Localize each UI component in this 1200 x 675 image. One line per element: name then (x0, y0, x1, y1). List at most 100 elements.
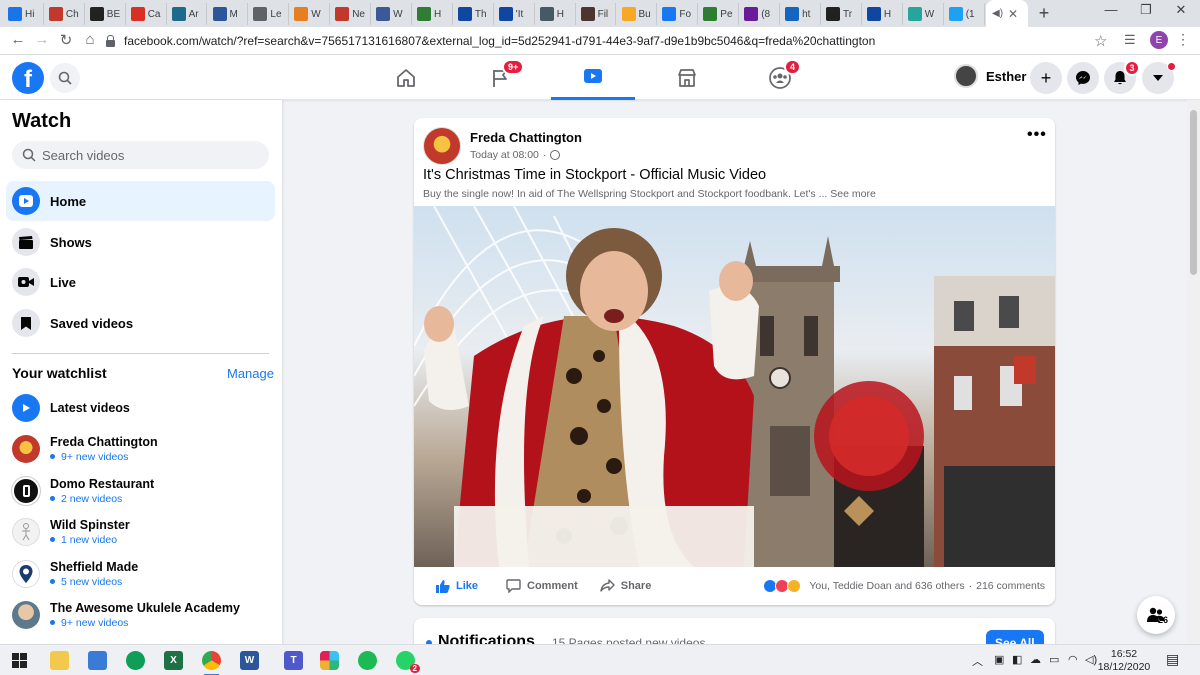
sidebar-item-home[interactable]: Home (6, 181, 275, 221)
tray-app-icon[interactable]: ▣ (994, 653, 1004, 666)
browser-tab[interactable]: Bu (618, 3, 658, 25)
onedrive-icon[interactable]: ☁ (1030, 653, 1041, 666)
messenger-button[interactable] (1067, 62, 1099, 94)
browser-tab[interactable]: W (904, 3, 944, 25)
nav-groups-tab[interactable]: 4 (738, 55, 822, 100)
watchlist-item[interactable]: Sheffield Made 5 new videos (12, 555, 272, 593)
comments-count[interactable]: 216 comments (976, 580, 1045, 592)
browser-tab[interactable]: ht (781, 3, 821, 25)
notifications-button[interactable]: 3 (1104, 60, 1140, 94)
comment-button[interactable]: Comment (506, 579, 578, 593)
windows-start-icon[interactable] (12, 653, 27, 673)
action-center-icon[interactable]: ▤ (1166, 651, 1179, 668)
tray-overflow-icon[interactable]: ︿ (972, 653, 983, 669)
author-avatar[interactable] (423, 127, 461, 165)
browser-menu-icon[interactable]: ⋮ (1176, 31, 1190, 48)
page-scrollbar[interactable] (1187, 100, 1200, 644)
teams-icon[interactable]: T (284, 651, 303, 670)
new-tab-button[interactable]: + (1034, 3, 1054, 24)
browser-tab[interactable]: Tr (822, 3, 862, 25)
browser-tab[interactable]: M (209, 3, 249, 25)
wifi-icon[interactable]: ◠ (1068, 653, 1078, 666)
post-title[interactable]: It's Christmas Time in Stockport - Offic… (423, 167, 766, 183)
back-button[interactable]: ← (8, 31, 28, 48)
browser-tab[interactable]: Ne (331, 3, 372, 25)
excel-icon[interactable]: X (164, 651, 183, 670)
browser-tab[interactable]: Ar (168, 3, 208, 25)
tray-app-icon[interactable]: ◧ (1012, 653, 1022, 666)
browser-tab[interactable]: BE (86, 3, 126, 25)
facebook-logo[interactable]: f (12, 62, 44, 94)
browser-tab[interactable]: (8 (740, 3, 781, 25)
browser-tab[interactable]: H (413, 3, 453, 25)
home-button[interactable]: ⌂ (80, 31, 100, 48)
user-profile-chip[interactable]: Esther (954, 64, 1026, 88)
account-menu-button[interactable] (1142, 62, 1176, 94)
close-tab-icon[interactable]: ✕ (1008, 7, 1018, 21)
forward-button[interactable]: → (32, 31, 52, 48)
reactions-summary[interactable]: You, Teddie Doan and 636 others · 216 co… (763, 579, 1045, 593)
minimize-button[interactable]: — (1096, 2, 1126, 17)
system-clock[interactable]: 16:52 18/12/2020 (1094, 648, 1154, 674)
scrollbar-thumb[interactable] (1190, 110, 1197, 275)
browser-tab[interactable]: Fo (658, 3, 699, 25)
whatsapp-icon[interactable]: 2 (396, 651, 420, 673)
browser-tab[interactable]: Ca (127, 3, 167, 25)
watchlist-item[interactable]: Freda Chattington 9+ new videos (12, 430, 272, 468)
browser-tab[interactable]: Pe (699, 3, 740, 25)
slack-icon[interactable] (320, 651, 339, 670)
browser-tab[interactable]: H (863, 3, 903, 25)
watchlist-latest-videos[interactable]: Latest videos (12, 389, 272, 427)
word-icon[interactable]: W (240, 651, 259, 670)
photos-icon[interactable] (88, 651, 107, 670)
browser-tab[interactable]: (1 (945, 3, 985, 25)
sidebar-item-saved-videos[interactable]: Saved videos (6, 303, 275, 343)
browser-tab[interactable]: W (372, 3, 412, 25)
browser-tab[interactable]: Th (454, 3, 494, 25)
nav-pages-tab[interactable]: 9+ (458, 55, 542, 100)
browser-tab[interactable]: H (536, 3, 576, 25)
like-button[interactable]: Like (436, 579, 478, 593)
browser-tab[interactable]: Fil (577, 3, 617, 25)
sidebar-item-live[interactable]: Live (6, 262, 275, 302)
spotify-icon[interactable] (358, 651, 377, 670)
chrome-icon[interactable] (202, 651, 221, 675)
nav-home-tab[interactable] (364, 55, 448, 100)
close-window-button[interactable]: ✕ (1166, 2, 1196, 18)
sidebar-item-shows[interactable]: Shows (6, 222, 275, 262)
browser-tab[interactable]: Hi (4, 3, 44, 25)
facebook-search-button[interactable] (50, 63, 80, 93)
watchlist-item-count: 5 new videos (61, 575, 123, 588)
share-button[interactable]: Share (600, 579, 651, 593)
active-tab[interactable]: ◀) ✕ (986, 0, 1028, 27)
reading-list-icon[interactable]: ☰ (1124, 32, 1136, 48)
bookmark-star-icon[interactable]: ☆ (1094, 32, 1107, 50)
address-bar[interactable]: facebook.com/watch/?ref=search&v=7565171… (106, 30, 1116, 52)
post-options-icon[interactable]: ••• (1027, 126, 1047, 144)
search-videos-input[interactable]: Search videos (12, 141, 269, 169)
nav-marketplace-tab[interactable] (645, 55, 729, 100)
watchlist-manage-link[interactable]: Manage (227, 366, 274, 381)
post-description[interactable]: Buy the single now! In aid of The Wellsp… (423, 188, 876, 200)
reload-button[interactable]: ↻ (56, 31, 76, 49)
watchlist-item[interactable]: Domo Restaurant 2 new videos (11, 472, 272, 510)
file-explorer-icon[interactable] (50, 651, 69, 670)
battery-icon[interactable]: ▭ (1049, 653, 1059, 666)
watchlist-item[interactable]: Wild Spinster 1 new video (12, 513, 272, 551)
profile-avatar[interactable]: E (1150, 31, 1168, 49)
browser-tab[interactable]: Le (249, 3, 290, 25)
edge-icon[interactable] (126, 651, 145, 670)
watchlist-item[interactable]: The Awesome Ukulele Academy 9+ new video… (12, 596, 272, 634)
nav-watch-tab[interactable] (551, 55, 635, 100)
unread-dot (50, 620, 55, 625)
new-message-button[interactable] (1137, 596, 1175, 634)
browser-tab[interactable]: Ch (45, 3, 85, 25)
browser-tab[interactable]: 'It (495, 3, 535, 25)
post-author[interactable]: Freda Chattington (470, 130, 582, 145)
create-button[interactable]: + (1030, 62, 1062, 94)
post-timestamp[interactable]: Today at 08:00 · (470, 149, 561, 161)
video-player[interactable] (414, 206, 1055, 567)
tab-favicon-icon (907, 7, 922, 21)
browser-tab[interactable]: W (290, 3, 331, 25)
maximize-button[interactable]: ❐ (1131, 2, 1161, 18)
